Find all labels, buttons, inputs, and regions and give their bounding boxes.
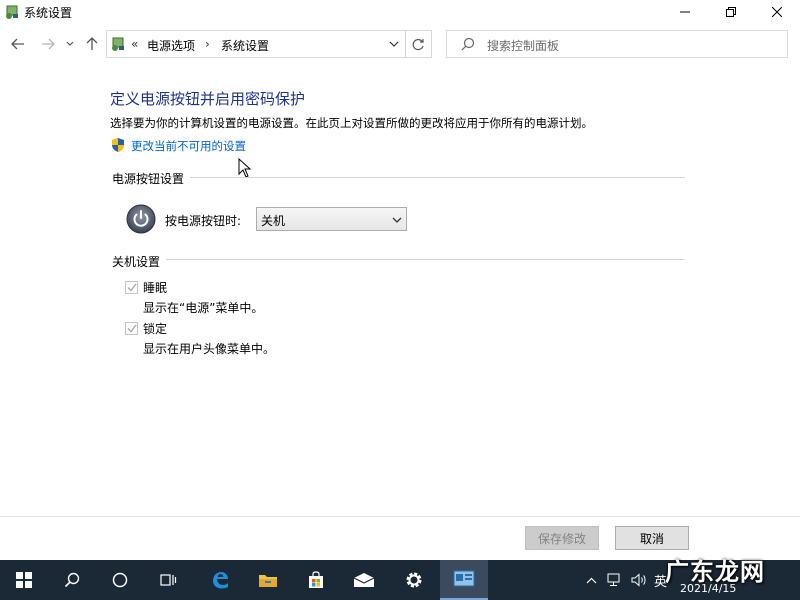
lock-label: 锁定 [143,322,168,336]
search-input[interactable]: 搜索控制面板 [487,37,559,54]
watermark-text: 广东龙网 [665,557,765,586]
address-dropdown-button[interactable] [383,31,405,57]
windows-start-icon[interactable] [0,560,48,600]
shutdown-section-header: 关机设置 [112,255,161,269]
chevron-up-icon[interactable] [580,560,602,600]
power-button-action-select[interactable]: 关机 [256,207,407,231]
control-panel-icon [4,4,20,20]
power-button-section-header: 电源按钮设置 [112,172,185,186]
close-button[interactable] [754,0,800,24]
mail-icon[interactable] [340,560,388,600]
window-title: 系统设置 [24,6,73,20]
restore-button[interactable] [708,0,754,24]
up-button[interactable] [82,34,102,54]
chevron-right-icon: › [205,37,210,51]
sleep-checkbox[interactable] [125,281,138,294]
search-icon [461,37,475,51]
mouse-cursor-icon [238,157,252,178]
control-panel-icon [110,36,126,52]
settings-icon[interactable] [390,560,438,600]
search-box[interactable]: 搜索控制面板 [446,30,788,58]
title-bar: 系统设置 [0,0,800,24]
back-button[interactable] [8,34,28,54]
refresh-button[interactable] [405,31,431,57]
edge-icon[interactable] [196,560,244,600]
breadcrumb-overflow[interactable]: « [131,37,138,51]
store-icon[interactable] [292,560,340,600]
file-explorer-icon[interactable] [244,560,292,600]
section-divider [166,259,685,260]
select-value: 关机 [261,214,286,228]
section-divider [190,177,685,178]
change-unavailable-settings-link[interactable]: 更改当前不可用的设置 [131,138,246,154]
network-icon[interactable] [604,560,626,600]
cancel-button[interactable]: 取消 [615,526,689,550]
main-content: 定义电源按钮并启用密码保护 选择要为你的计算机设置的电源设置。在此页上对设置所做… [0,64,800,516]
task-view-icon[interactable] [144,560,192,600]
control-panel-icon[interactable] [440,560,488,600]
sleep-description: 显示在“电源”菜单中。 [143,301,264,315]
page-title: 定义电源按钮并启用密码保护 [110,90,306,108]
minimize-button[interactable] [662,0,708,24]
address-bar[interactable]: « 电源选项 › 系统设置 [106,30,432,58]
breadcrumb-system-settings[interactable]: 系统设置 [221,37,269,54]
page-description: 选择要为你的计算机设置的电源设置。在此页上对设置所做的更改将应用于你所有的电源计… [110,116,593,130]
uac-shield-icon [110,137,126,153]
save-changes-button[interactable]: 保存修改 [525,526,599,550]
recent-locations-button[interactable] [62,34,78,54]
power-button-action-label: 按电源按钮时: [165,214,242,228]
sleep-label: 睡眠 [143,281,168,295]
lock-checkbox[interactable] [125,322,138,335]
breadcrumb-power-options[interactable]: 电源选项 [147,37,195,54]
volume-icon[interactable] [628,560,650,600]
chevron-down-icon [391,214,403,226]
cortana-icon[interactable] [96,560,144,600]
search-icon[interactable] [48,560,96,600]
forward-button[interactable] [38,34,58,54]
power-icon [126,204,156,234]
lock-description: 显示在用户头像菜单中。 [143,342,276,356]
